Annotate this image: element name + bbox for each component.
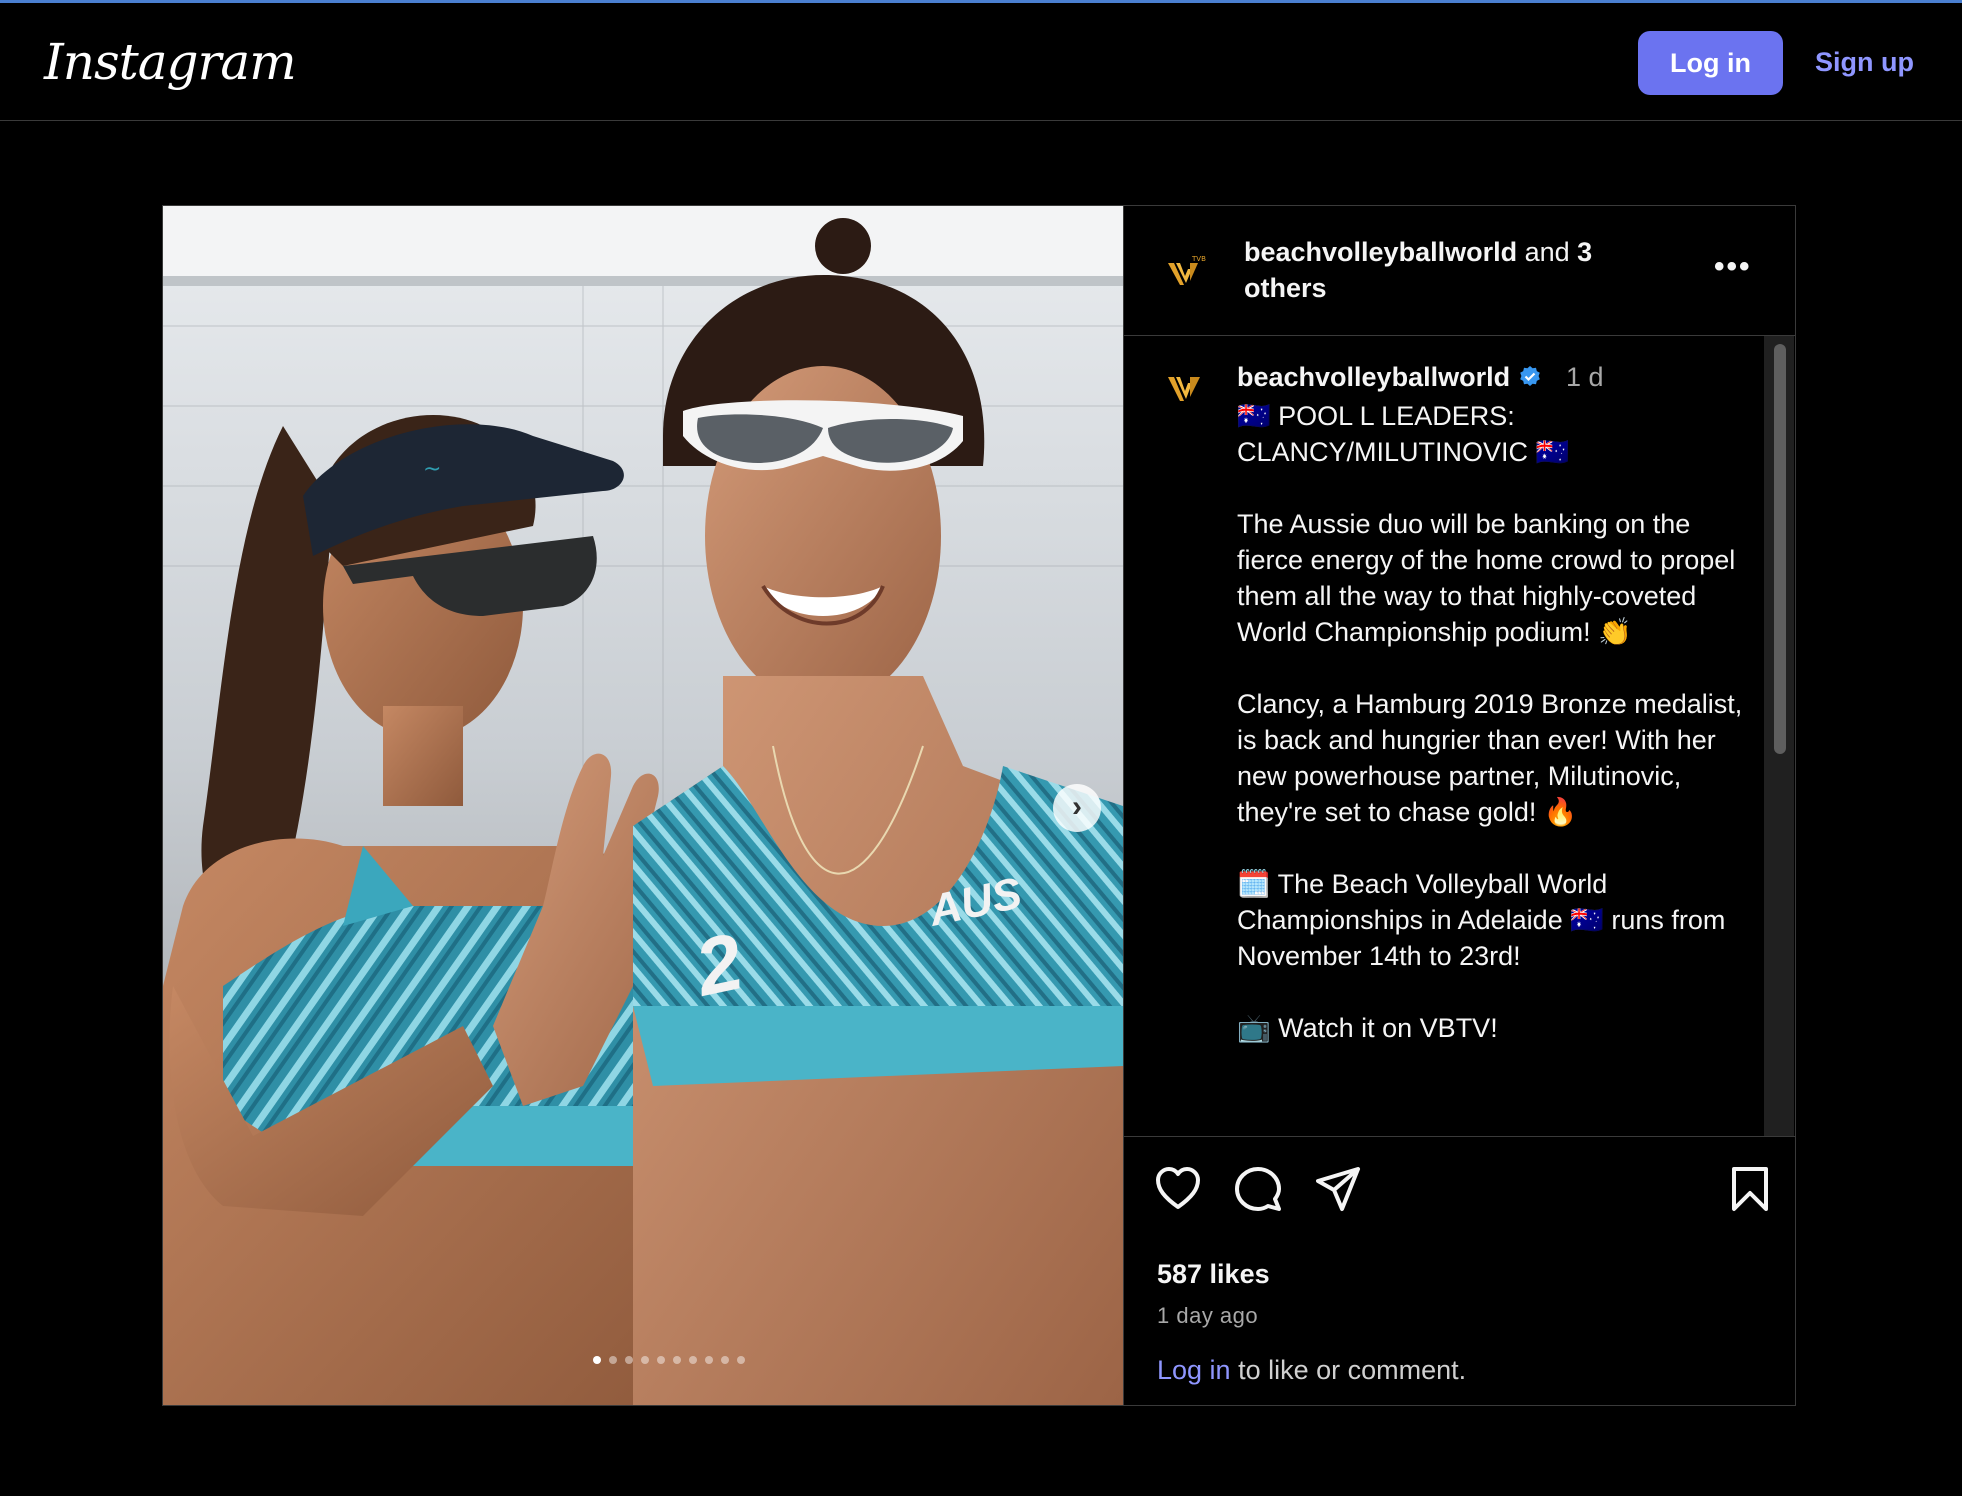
verified-badge-icon <box>1520 366 1540 386</box>
vb-logo-icon: TVB <box>1168 255 1206 285</box>
login-button[interactable]: Log in <box>1638 31 1783 95</box>
caption-text: 🇦🇺 POOL L LEADERS: CLANCY/MILUTINOVIC 🇦🇺… <box>1237 401 1743 1043</box>
pagination-dot <box>689 1356 697 1364</box>
pagination-dot <box>625 1356 633 1364</box>
scrollbar-thumb[interactable] <box>1774 344 1786 754</box>
caption-area: beachvolleyballworld 1 d 🇦🇺 POOL L LEADE… <box>1124 336 1764 1136</box>
top-navbar: Instagram Log in Sign up <box>0 3 1962 121</box>
caption-username[interactable]: beachvolleyballworld <box>1237 362 1542 393</box>
post-header-title: beachvolleyballworld and 3 others <box>1244 234 1664 306</box>
pagination-dot <box>705 1356 713 1364</box>
pagination-dot <box>593 1356 601 1364</box>
post-time-ago: 1 day ago <box>1157 1303 1259 1328</box>
caption-username-text[interactable]: beachvolleyballworld <box>1237 362 1510 392</box>
pagination-dot <box>673 1356 681 1364</box>
svg-text:TVB: TVB <box>1191 255 1206 263</box>
post-media[interactable]: ~ AUS 2 › <box>163 206 1123 1405</box>
heart-icon[interactable] <box>1154 1165 1202 1213</box>
pagination-dot <box>657 1356 665 1364</box>
login-prompt: Log in to like or comment. <box>1157 1355 1466 1386</box>
share-icon[interactable] <box>1314 1165 1362 1213</box>
signup-link[interactable]: Sign up <box>1815 47 1914 78</box>
svg-text:~: ~ <box>423 457 441 482</box>
pagination-dot <box>609 1356 617 1364</box>
vb-logo-icon <box>1168 377 1200 401</box>
bookmark-icon[interactable] <box>1730 1165 1770 1213</box>
instagram-logo[interactable]: Instagram <box>44 33 297 91</box>
more-options-button[interactable]: ••• <box>1714 250 1752 284</box>
likes-count[interactable]: 587 likes <box>1157 1259 1270 1290</box>
post-footer: 587 likes 1 day ago Log in to like or co… <box>1124 1136 1795 1405</box>
author-avatar[interactable]: TVB <box>1157 244 1213 300</box>
comment-icon[interactable] <box>1234 1165 1282 1213</box>
post-header: TVB beachvolleyballworld and 3 others ••… <box>1124 206 1795 336</box>
login-prompt-link[interactable]: Log in <box>1157 1355 1231 1385</box>
post-photo: ~ AUS 2 <box>163 206 1123 1405</box>
caption-avatar[interactable] <box>1157 360 1213 416</box>
login-prompt-text: to like or comment. <box>1230 1355 1467 1385</box>
post-sidebar: TVB beachvolleyballworld and 3 others ••… <box>1123 206 1795 1405</box>
pagination-dot <box>641 1356 649 1364</box>
pagination-dot <box>737 1356 745 1364</box>
media-pagination <box>593 1356 745 1364</box>
author-username[interactable]: beachvolleyballworld <box>1244 237 1517 267</box>
caption-timestamp: 1 d <box>1566 362 1604 392</box>
next-media-button[interactable]: › <box>1053 784 1101 832</box>
pagination-dot <box>721 1356 729 1364</box>
caption-scrollbar[interactable] <box>1764 336 1794 1136</box>
header-and-text: and <box>1517 237 1578 267</box>
post-card: ~ AUS 2 › TVB beachvolleyballworld and 3… <box>162 205 1796 1406</box>
